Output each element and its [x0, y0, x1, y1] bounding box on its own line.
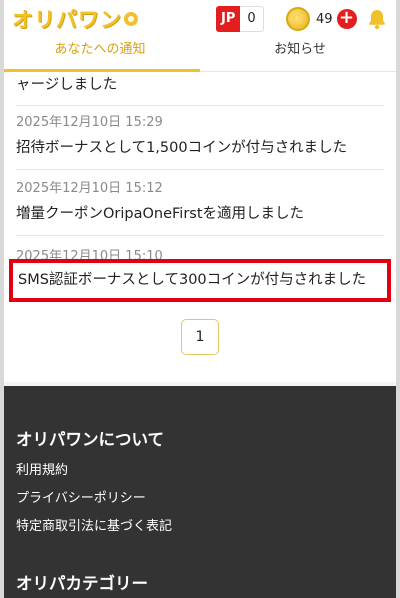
notification-date: 2025年12月10日 15:12	[16, 181, 163, 196]
logo-mark-icon	[124, 12, 138, 26]
notification-tabs: あなたへの通知 お知らせ	[0, 38, 400, 72]
coin-value: 49	[316, 11, 333, 27]
top-header: オリパワン JP 0 49 +	[0, 0, 400, 38]
highlighted-notification[interactable]: SMS認証ボーナスとして300コインが付与されました	[9, 259, 391, 302]
footer-link-privacy[interactable]: プライバシーポリシー	[16, 487, 146, 506]
footer-about-title: オリパワンについて	[16, 430, 165, 449]
list-item[interactable]: ャージしました	[16, 72, 384, 106]
list-item[interactable]: 2025年12月10日 15:12 増量クーポンOripaOneFirstを適用…	[16, 180, 384, 236]
coin-balance: 49 +	[286, 6, 357, 32]
page-button[interactable]: 1	[181, 319, 219, 355]
jp-value: 0	[240, 6, 264, 32]
jp-badge: JP	[216, 6, 241, 32]
notification-date: 2025年12月10日 15:29	[16, 115, 163, 130]
footer-link-commerce-law[interactable]: 特定商取引法に基づく表記	[16, 515, 172, 534]
notification-message: 増量クーポンOripaOneFirstを適用しました	[16, 206, 305, 222]
coin-icon	[286, 7, 310, 31]
bell-icon[interactable]	[364, 6, 390, 32]
footer-category-title: オリパカテゴリー	[16, 574, 148, 593]
site-logo[interactable]: オリパワン	[12, 5, 138, 33]
notification-message: ャージしました	[16, 77, 118, 93]
tab-announcements[interactable]: お知らせ	[200, 38, 400, 72]
tab-your-notifications[interactable]: あなたへの通知	[0, 38, 200, 72]
add-coins-button[interactable]: +	[336, 9, 357, 29]
notification-message: 招待ボーナスとして1,500コインが付与されました	[16, 140, 348, 156]
footer: オリパワンについて 利用規約 プライバシーポリシー 特定商取引法に基づく表記 オ…	[0, 386, 400, 598]
jp-points[interactable]: JP 0	[216, 6, 264, 32]
notification-message: SMS認証ボーナスとして300コインが付与されました	[18, 272, 367, 288]
logo-text: オリパワン	[12, 8, 122, 32]
footer-link-terms[interactable]: 利用規約	[16, 459, 68, 478]
list-item[interactable]: 2025年12月10日 15:29 招待ボーナスとして1,500コインが付与され…	[16, 114, 384, 170]
